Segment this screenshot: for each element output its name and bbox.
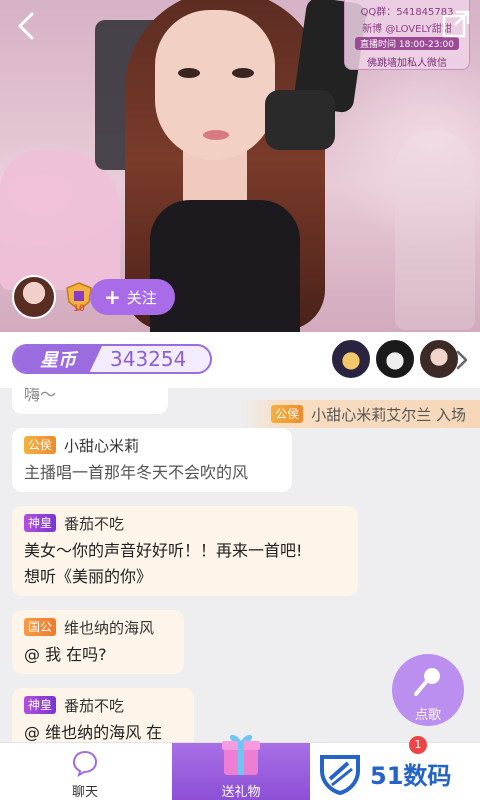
lamp: [395, 130, 475, 330]
streamer-eye: [178, 68, 200, 78]
live-video[interactable]: QQ群：541845783 新博 @LOVELY甜甜 直播时间 18:00-23…: [0, 0, 480, 332]
user-title-tag: 公侯: [24, 436, 57, 454]
send-gift-tab[interactable]: 送礼物: [172, 734, 310, 800]
site-logo: 51数码: [318, 750, 451, 796]
user-title-tag: 国公: [24, 618, 57, 636]
star-coin-value: 343254: [110, 347, 187, 371]
host-avatar[interactable]: [12, 275, 56, 319]
watermark-wechat: 佛跳墙加私人微信: [367, 58, 447, 69]
message-text: 美女～你的声音好好听！！再来一首吧!: [24, 541, 303, 560]
chat-message: 公侯 小甜心米莉 主播唱一首那年冬天不会吹的风: [12, 428, 292, 492]
username[interactable]: 番茄不吃: [64, 513, 124, 534]
message-text: 嗨～: [24, 388, 57, 404]
follow-label: 关注: [126, 288, 157, 307]
rank-level: 10: [73, 304, 85, 314]
chat-tab-label: 聊天: [71, 785, 98, 800]
viewer-avatar[interactable]: [330, 338, 372, 380]
username[interactable]: 小甜心米莉: [64, 435, 139, 456]
host-strip: 10 + 关注: [12, 275, 175, 319]
send-gift-label: 送礼物: [221, 785, 261, 800]
shield-icon: [320, 755, 360, 795]
user-title-tag: 神皇: [24, 514, 57, 532]
song-request-button[interactable]: 点歌: [392, 654, 464, 726]
follow-button[interactable]: + 关注: [90, 279, 175, 315]
username[interactable]: 番茄不吃: [64, 695, 124, 716]
chevron-left-icon: [18, 12, 34, 40]
back-button[interactable]: [10, 8, 46, 44]
username[interactable]: 维也纳的海风: [64, 617, 154, 638]
plus-icon: +: [104, 285, 121, 309]
message-text: 想听《美丽的你》: [24, 567, 153, 586]
coin-bar: 星币 343254: [0, 332, 480, 388]
star-coin-pill[interactable]: 星币 343254: [12, 344, 212, 374]
user-title-tag: 神皇: [24, 696, 57, 714]
chat-message: 神皇 番茄不吃 @ 维也纳的海风 在: [12, 688, 194, 742]
chat-message: 神皇 番茄不吃 美女～你的声音好好听！！再来一首吧! 想听《美丽的你》: [12, 506, 358, 596]
viewer-avatars[interactable]: [330, 338, 462, 380]
streamer-lips: [203, 130, 229, 140]
message-text: @ 维也纳的海风 在: [24, 723, 163, 742]
fullscreen-icon: [442, 10, 470, 38]
chat-tab[interactable]: 聊天: [50, 749, 120, 800]
chevron-right-icon[interactable]: [452, 348, 472, 372]
viewer-avatar[interactable]: [374, 338, 416, 380]
microphone: [265, 90, 335, 150]
chat-message: 国公 维也纳的海风 @ 我 在吗?: [12, 610, 184, 674]
enter-notice-tag: 公侯: [271, 405, 304, 423]
message-text: @ 我 在吗?: [24, 645, 107, 664]
message-text: 主播唱一首那年冬天不会吹的风: [24, 463, 249, 482]
song-request-label: 点歌: [414, 708, 441, 723]
star-coin-label: 星币: [14, 346, 102, 372]
chat-bubble-icon: [72, 750, 98, 778]
microphone-icon: [414, 668, 440, 696]
gift-box-icon: [222, 734, 260, 775]
streamer-eye: [232, 68, 254, 78]
site-brand: 51数码: [370, 761, 452, 790]
sofa: [0, 150, 120, 290]
enter-notice-text: 小甜心米莉艾尔兰 入场: [311, 405, 466, 424]
chat-message: 嗨～: [12, 388, 168, 414]
fullscreen-button[interactable]: [438, 6, 474, 42]
enter-notice: 公侯 小甜心米莉艾尔兰 入场: [241, 400, 480, 428]
